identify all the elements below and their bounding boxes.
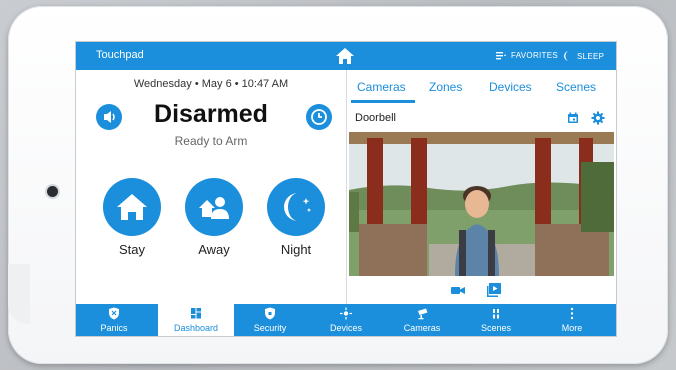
arm-stay-circle: [103, 178, 161, 236]
tab-zones[interactable]: Zones: [429, 80, 462, 94]
arm-stay-label: Stay: [118, 242, 145, 257]
favorites-icon: [496, 52, 506, 60]
camera-header: Doorbell: [347, 108, 616, 128]
history-button[interactable]: [306, 104, 332, 130]
playback-icon[interactable]: [487, 283, 501, 297]
home-icon[interactable]: [335, 46, 355, 66]
touchpad-screen: Touchpad FAVORITES SLEEP Wednesday • May…: [76, 42, 616, 336]
arm-away-circle: [185, 178, 243, 236]
tab-cameras[interactable]: Cameras: [357, 80, 406, 94]
camera-title: Doorbell: [355, 112, 396, 124]
nav-devices-label: Devices: [329, 323, 362, 333]
gear-icon[interactable]: [591, 111, 605, 125]
nav-security-label: Security: [253, 323, 287, 333]
video-camera-icon[interactable]: [451, 285, 465, 296]
nav-scenes[interactable]: Scenes: [458, 304, 534, 336]
arm-night-button[interactable]: Night: [265, 178, 327, 257]
tablet-edge: [8, 264, 30, 324]
sleep-button[interactable]: SLEEP: [564, 51, 604, 61]
ready-to-arm-text: Ready to Arm: [174, 134, 248, 148]
doorbell-video-feed[interactable]: [349, 132, 614, 276]
dashboard-icon: [191, 308, 201, 319]
camera-controls: [347, 280, 616, 302]
security-status-panel: Wednesday • May 6 • 10:47 AM Disarmed Re…: [76, 70, 346, 304]
devices-icon: [340, 307, 352, 320]
nav-dashboard-label: Dashboard: [173, 323, 219, 333]
nav-dashboard[interactable]: Dashboard: [158, 304, 234, 336]
arm-stay-button[interactable]: Stay: [101, 178, 163, 257]
moon-stars-icon: [284, 193, 312, 221]
nav-more[interactable]: More: [534, 304, 610, 336]
scenes-icon: [493, 309, 499, 319]
arm-away-button[interactable]: Away: [183, 178, 245, 257]
dashboard-panel: Cameras Zones Devices Scenes Doorbell: [347, 70, 616, 304]
arm-night-circle: [267, 178, 325, 236]
nav-more-label: More: [561, 323, 583, 333]
top-bar: Touchpad FAVORITES SLEEP: [76, 42, 616, 70]
arm-night-label: Night: [280, 242, 312, 257]
nav-panics-label: Panics: [100, 323, 128, 333]
people-icon: [199, 197, 229, 219]
camera-icon: [418, 308, 428, 320]
clock-icon: [311, 109, 327, 125]
house-icon: [117, 194, 147, 220]
tab-scenes[interactable]: Scenes: [556, 80, 596, 94]
nav-devices[interactable]: Devices: [308, 304, 384, 336]
nav-scenes-label: Scenes: [480, 323, 512, 333]
favorites-label: FAVORITES: [511, 51, 559, 60]
active-tab-indicator: [351, 100, 415, 103]
arm-away-label: Away: [198, 242, 230, 257]
sleep-label: SLEEP: [577, 51, 605, 61]
nav-security[interactable]: Security: [232, 304, 308, 336]
favorites-button[interactable]: FAVORITES: [496, 51, 558, 60]
app-title: Touchpad: [96, 49, 144, 61]
dashboard-tabs: Cameras Zones Devices Scenes: [347, 70, 616, 104]
bottom-nav-bar: Panics Dashboard Security Devices Camera…: [76, 304, 616, 336]
nav-panics[interactable]: Panics: [76, 304, 152, 336]
nav-cameras[interactable]: Cameras: [384, 304, 460, 336]
more-icon: [570, 307, 574, 320]
nav-cameras-label: Cameras: [403, 323, 441, 333]
date-time: Wednesday • May 6 • 10:47 AM: [133, 78, 289, 90]
calendar-icon[interactable]: [567, 112, 579, 124]
tab-devices[interactable]: Devices: [489, 80, 532, 94]
shield-icon: [109, 307, 119, 320]
security-icon: [265, 307, 275, 320]
front-camera-lens: [47, 186, 58, 197]
moon-icon: [564, 51, 569, 61]
